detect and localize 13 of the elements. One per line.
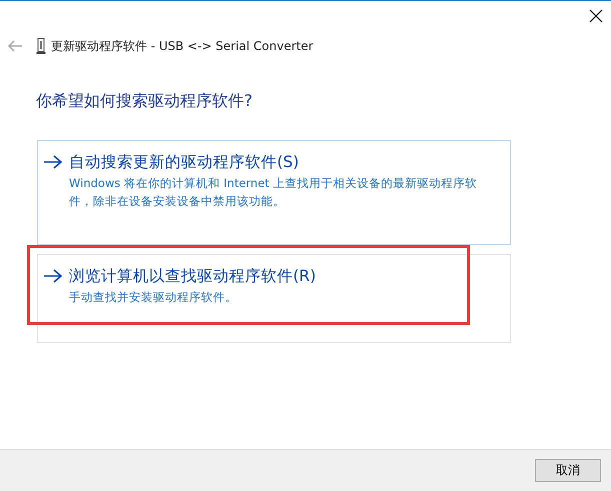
- cancel-button[interactable]: 取消: [535, 459, 601, 482]
- window-title: 更新驱动程序软件 - USB <-> Serial Converter: [51, 38, 314, 54]
- question-heading: 你希望如何搜索驱动程序软件?: [36, 91, 254, 111]
- option-card[interactable]: 浏览计算机以查找驱动程序软件(R) 手动查找并安装驱动程序软件。: [37, 254, 511, 343]
- usb-device-icon: [36, 38, 46, 54]
- close-icon[interactable]: [589, 8, 603, 22]
- arrow-icon: [43, 268, 63, 284]
- option-card[interactable]: 自动搜索更新的驱动程序软件(S) Windows 将在你的计算机和 Internet 上查找用于相关设备的最新驱动程序软件，除非在设备安装设备中禁用该功能。: [37, 140, 511, 245]
- option-description: 手动查找并安装驱动程序软件。: [69, 289, 238, 306]
- option-title: 浏览计算机以查找驱动程序软件(R): [69, 266, 316, 287]
- option-description: Windows 将在你的计算机和 Internet 上查找用于相关设备的最新驱动程序软件，除非在设备安装设备中禁用该功能。: [69, 175, 478, 210]
- arrow-icon: [43, 154, 63, 170]
- option-title: 自动搜索更新的驱动程序软件(S): [69, 152, 299, 173]
